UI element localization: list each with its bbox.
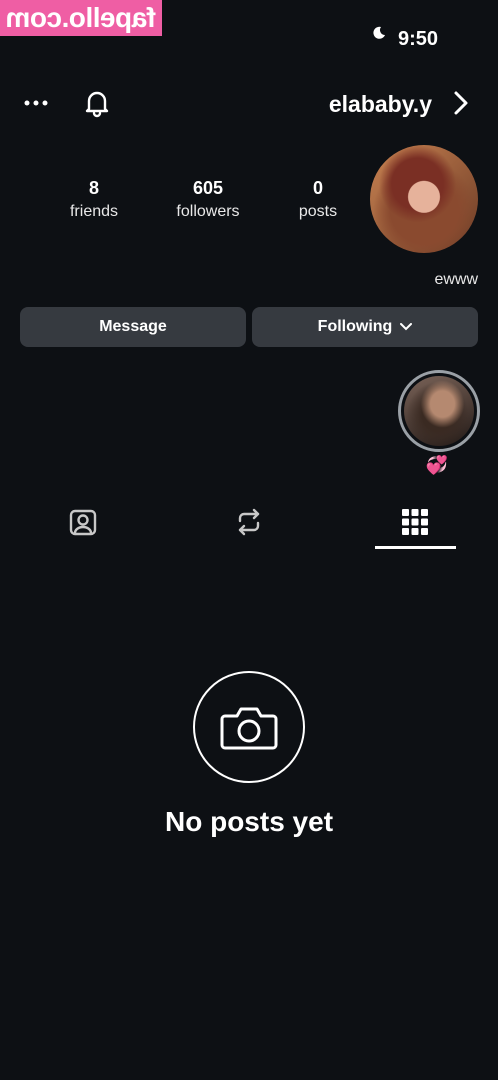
repost-icon[interactable] — [234, 507, 264, 537]
tagged-icon[interactable] — [68, 507, 98, 537]
profile-username: elababy.y — [328, 91, 432, 117]
stat-followers-label: followers — [176, 203, 240, 220]
stat-friends-value: 8 — [88, 178, 99, 198]
stat-posts-value: 0 — [312, 178, 323, 198]
following-button[interactable]: Following — [252, 307, 478, 347]
story-highlight-image — [404, 376, 474, 446]
stat-followers-value: 605 — [192, 178, 224, 198]
story-highlight[interactable] — [398, 370, 480, 452]
following-button-label: Following — [317, 318, 393, 335]
status-time: 9:50 — [397, 28, 438, 50]
more-icon[interactable] — [24, 100, 48, 106]
stat-followers[interactable]: 605 followers — [166, 178, 250, 221]
stat-friends[interactable]: 8 friends — [62, 178, 126, 221]
grid-icon[interactable] — [400, 507, 430, 537]
empty-state-camera — [193, 671, 305, 783]
stat-posts-label: posts — [298, 203, 338, 220]
stat-friends-label: friends — [69, 203, 119, 220]
watermark-logo: fapello.com — [0, 0, 162, 36]
profile-bio: ewww — [434, 271, 478, 288]
camera-icon — [220, 707, 278, 750]
moon-icon — [373, 26, 385, 39]
bell-icon[interactable] — [82, 88, 112, 118]
empty-state-text: No posts yet — [164, 806, 334, 837]
message-button-label: Message — [99, 318, 167, 335]
message-button[interactable]: Message — [20, 307, 246, 347]
chevron-down-icon — [400, 323, 413, 331]
back-icon[interactable] — [446, 88, 474, 118]
story-highlight-label: 💞 — [425, 455, 448, 475]
stat-posts[interactable]: 0 posts — [288, 178, 348, 221]
profile-avatar[interactable] — [370, 145, 478, 253]
active-tab-indicator — [375, 546, 456, 549]
